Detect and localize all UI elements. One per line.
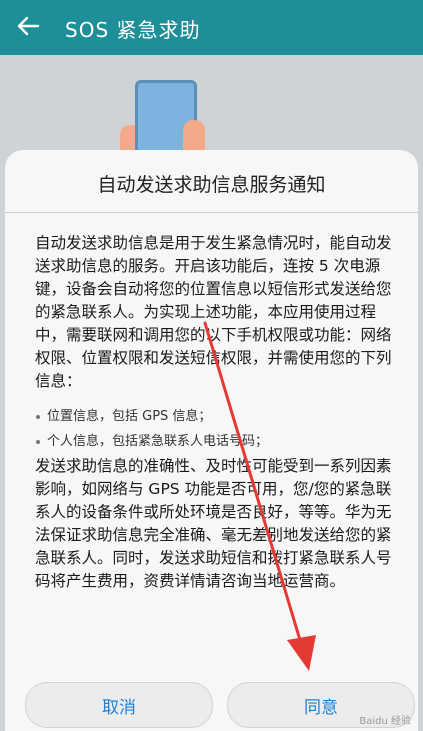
watermark: Baidu 经验	[359, 716, 411, 727]
annotation-arrow-icon	[203, 321, 316, 671]
